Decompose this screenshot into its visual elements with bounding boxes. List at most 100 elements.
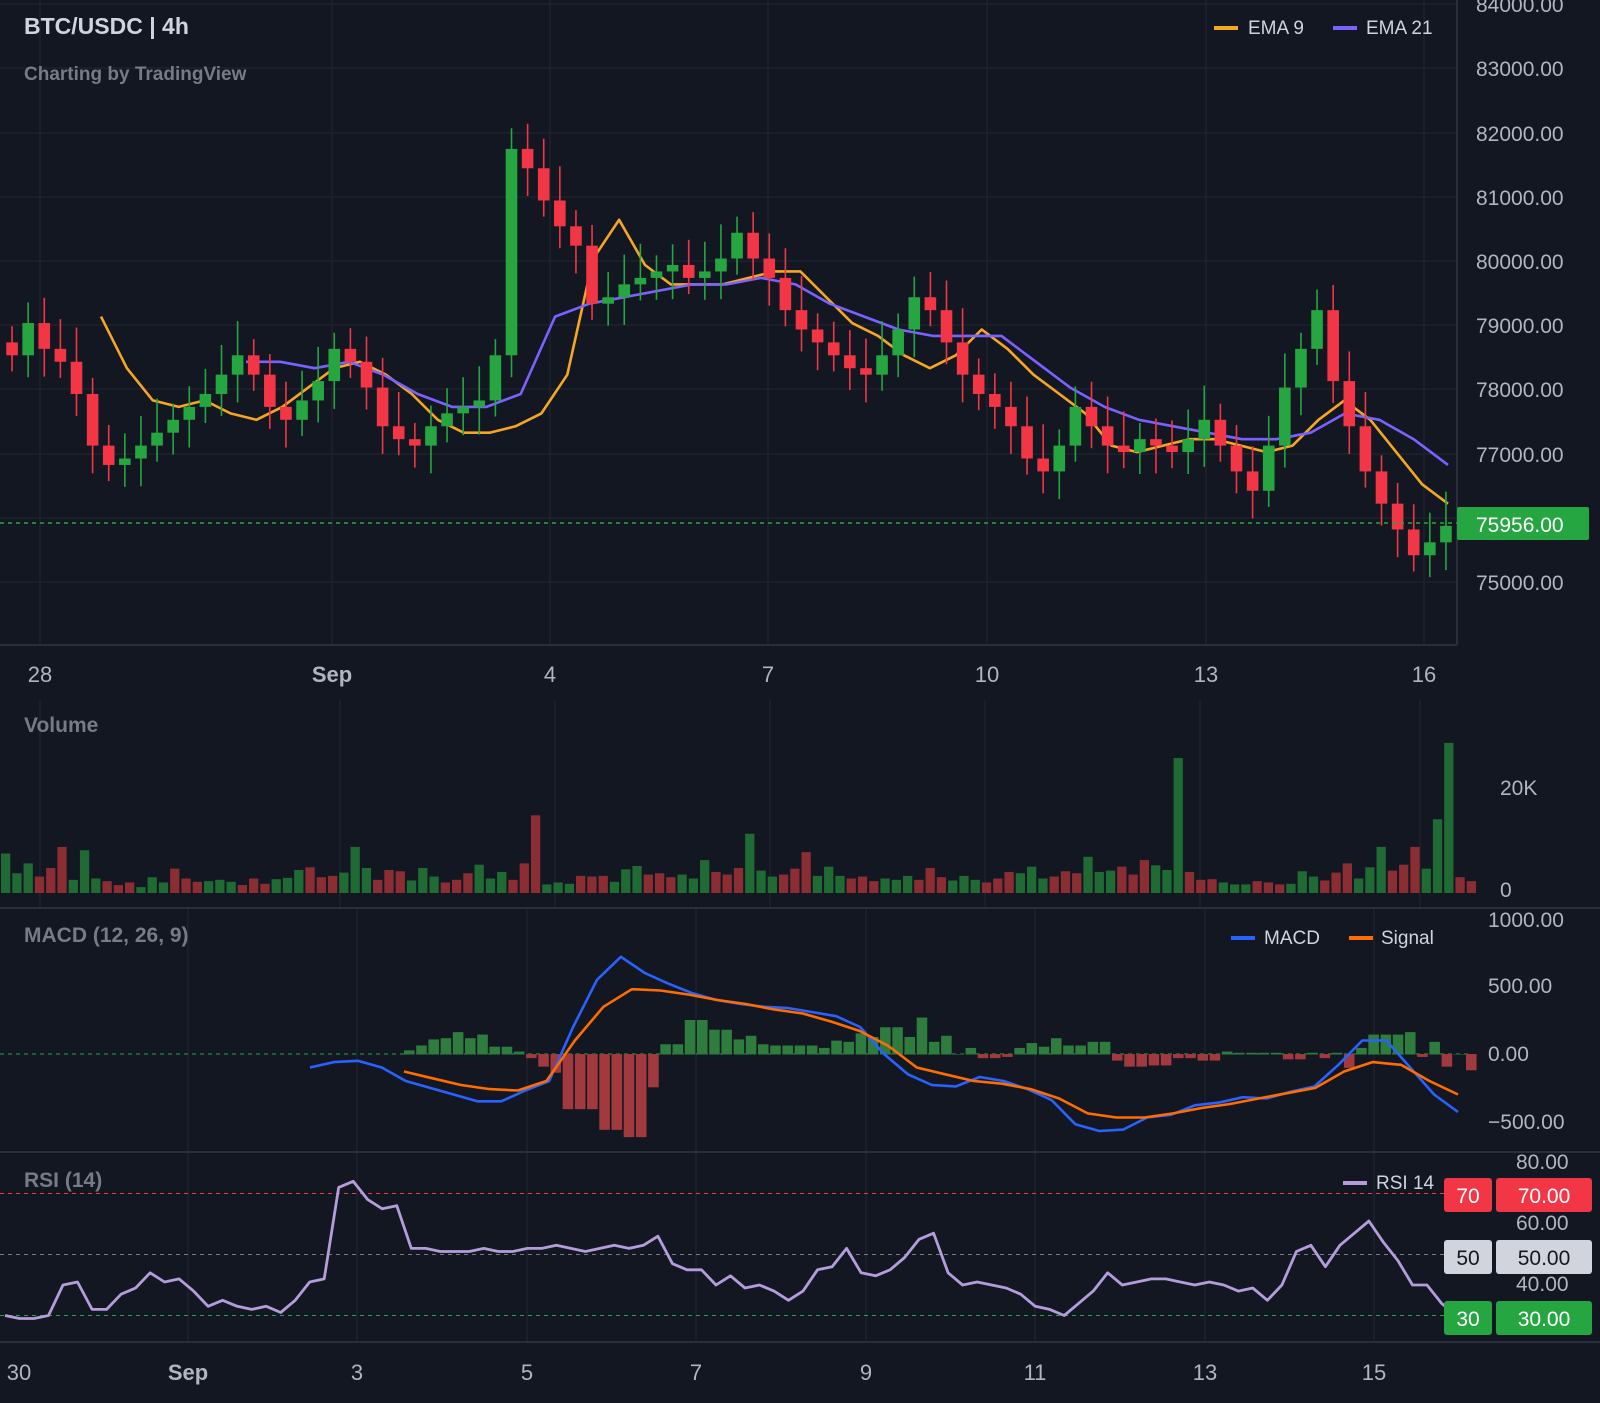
macd-histogram-bar xyxy=(587,1054,598,1110)
volume-axis-label: 0 xyxy=(1500,879,1512,902)
candle-body xyxy=(360,361,373,388)
candle-body xyxy=(1166,445,1178,453)
macd-axis-label: 500.00 xyxy=(1488,975,1552,998)
volume-bar xyxy=(125,882,135,893)
volume-bar xyxy=(869,881,879,893)
volume-bar xyxy=(970,879,980,893)
macd-histogram-bar xyxy=(574,1054,586,1110)
candle-body xyxy=(860,368,872,375)
volume-bar xyxy=(1331,872,1341,893)
macd-histogram-bar xyxy=(623,1054,635,1138)
macd-histogram-bar xyxy=(916,1017,928,1055)
macd-histogram-bar xyxy=(538,1054,549,1067)
volume-bar xyxy=(621,869,631,893)
volume-bar xyxy=(373,879,383,893)
macd-histogram-bar xyxy=(562,1054,574,1110)
candle-body xyxy=(1117,445,1130,453)
macd-histogram-bar xyxy=(1075,1045,1086,1055)
volume-bar xyxy=(948,880,958,893)
rsi-axis[interactable]: 80.00 60.00 40.00 xyxy=(1516,1151,1569,1296)
volume-bar xyxy=(756,870,766,893)
macd-histogram-bar xyxy=(733,1039,745,1055)
ema9-legend-label[interactable]: EMA 9 xyxy=(1248,18,1304,39)
volume-bar xyxy=(666,877,676,893)
macd-histogram-bar xyxy=(452,1032,464,1055)
macd-histogram-bar xyxy=(501,1046,513,1055)
volume-bar xyxy=(282,877,293,893)
volume-bar xyxy=(846,878,856,893)
candle-body xyxy=(1343,381,1356,427)
macd-histogram-bar xyxy=(1221,1051,1233,1055)
volume-bar xyxy=(1139,860,1150,893)
volume-bar xyxy=(925,867,935,893)
candle-body xyxy=(457,406,469,414)
time-label: 3 xyxy=(351,1360,363,1385)
volume-bar xyxy=(598,875,608,893)
candle-body xyxy=(1440,525,1452,543)
volume-bar xyxy=(1432,819,1443,893)
candle-body xyxy=(795,310,808,330)
volume-bar xyxy=(801,852,811,893)
volume-bar xyxy=(361,867,372,893)
volume-bar xyxy=(914,879,924,893)
volume-bar xyxy=(835,875,845,893)
macd-histogram-bar xyxy=(1331,1052,1343,1055)
volume-bar xyxy=(959,875,969,893)
candle-body xyxy=(1037,458,1049,472)
macd-histogram-bar xyxy=(770,1045,781,1055)
rsi-level-tags: 70 70.00 50 50.00 30 30.00 xyxy=(1444,1178,1592,1335)
candle-body xyxy=(199,394,212,407)
candle-body xyxy=(924,297,937,311)
volume-bar xyxy=(350,846,360,893)
macd-histogram-bar xyxy=(1417,1054,1428,1057)
candle-body xyxy=(1134,439,1146,453)
macd-histogram-bar xyxy=(489,1046,501,1055)
volume-bar xyxy=(451,879,462,893)
macd-histogram-bar xyxy=(1404,1032,1416,1055)
volume-bar xyxy=(294,869,304,893)
candle-body xyxy=(1069,406,1082,446)
candle-body xyxy=(183,406,196,420)
volume-bar xyxy=(327,875,338,893)
volume-bar xyxy=(1444,742,1454,893)
volume-bar xyxy=(46,867,56,893)
candle-body xyxy=(570,226,582,246)
time-label: 30 xyxy=(7,1360,31,1385)
candle-body xyxy=(70,361,83,394)
volume-bar xyxy=(1263,882,1274,893)
time-label: 15 xyxy=(1362,1360,1386,1385)
time-label: 7 xyxy=(690,1360,702,1385)
macd-legend-label[interactable]: MACD xyxy=(1264,928,1320,949)
macd-histogram-bar xyxy=(782,1045,793,1055)
candle-body xyxy=(119,458,131,465)
rsi-50-left-label: 50 xyxy=(1456,1247,1479,1270)
volume-bar xyxy=(237,885,248,893)
volume-bar xyxy=(767,876,777,893)
rsi-axis-label: 80.00 xyxy=(1516,1151,1569,1174)
volume-bar xyxy=(1038,878,1048,893)
volume-bar xyxy=(429,876,439,893)
volume-bar xyxy=(1184,871,1195,893)
macd-histogram-bar xyxy=(1173,1054,1184,1059)
rsi-legend-label[interactable]: RSI 14 xyxy=(1376,1173,1435,1194)
tradingview-credit[interactable]: Charting by TradingView xyxy=(24,64,247,85)
volume-bar xyxy=(305,867,315,893)
macd-histogram-bar xyxy=(1014,1047,1025,1055)
candle-body xyxy=(167,419,179,433)
macd-title: MACD (12, 26, 9) xyxy=(24,924,189,947)
macd-histogram-bar xyxy=(428,1039,439,1055)
volume-bar xyxy=(395,871,405,893)
macd-histogram-bar xyxy=(1282,1054,1294,1060)
volume-bar xyxy=(1286,883,1296,893)
volume-bar xyxy=(1241,884,1251,893)
candle-body xyxy=(328,348,341,382)
candle-body xyxy=(989,394,1001,407)
macd-histogram-bar xyxy=(1148,1054,1160,1066)
macd-histogram-bar xyxy=(1099,1041,1111,1055)
volume-bar xyxy=(226,881,236,893)
volume-bar xyxy=(113,885,124,893)
ema21-legend-label[interactable]: EMA 21 xyxy=(1366,18,1433,39)
time-label: Sep xyxy=(168,1360,208,1385)
candle-body xyxy=(618,284,631,298)
signal-legend-label[interactable]: Signal xyxy=(1381,928,1434,949)
